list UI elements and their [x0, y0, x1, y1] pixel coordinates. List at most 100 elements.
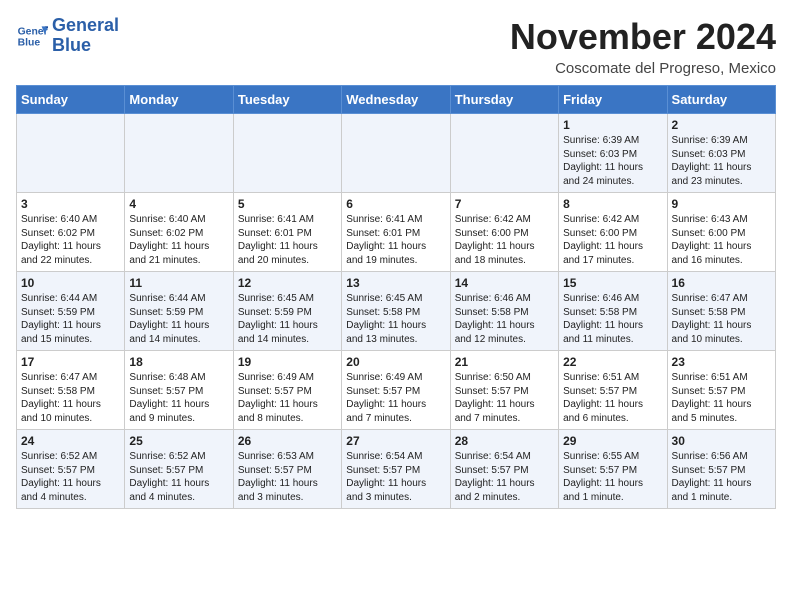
cell-content: Sunrise: 6:50 AM Sunset: 5:57 PM Dayligh… [455, 371, 554, 425]
day-number: 25 [129, 434, 228, 448]
header-friday: Friday [559, 86, 667, 114]
day-number: 1 [563, 118, 662, 132]
day-number: 9 [672, 197, 771, 211]
day-number: 11 [129, 276, 228, 290]
cell-content: Sunrise: 6:51 AM Sunset: 5:57 PM Dayligh… [563, 371, 662, 425]
cell-w3-d6: 16Sunrise: 6:47 AM Sunset: 5:58 PM Dayli… [667, 272, 775, 351]
cell-w4-d6: 23 Sunrise: 6:51 AM Sunset: 5:57 PM Dayli… [667, 351, 775, 430]
day-number: 20 [346, 355, 445, 369]
cell-content: Sunrise: 6:41 AM Sunset: 6:01 PM Dayligh… [238, 213, 337, 267]
cell-w4-d4: 21 Sunrise: 6:50 AM Sunset: 5:57 PM Dayli… [450, 351, 558, 430]
location-subtitle: Coscomate del Progreso, Mexico [510, 60, 776, 77]
day-number: 14 [455, 276, 554, 290]
cell-content: Sunrise: 6:44 AM Sunset: 5:59 PM Dayligh… [21, 292, 120, 346]
cell-content: Sunrise: 6:39 AM Sunset: 6:03 PM Dayligh… [563, 134, 662, 188]
header-thursday: Thursday [450, 86, 558, 114]
header-wednesday: Wednesday [342, 86, 450, 114]
logo: General Blue General Blue [16, 16, 119, 56]
cell-w3-d1: 11 Sunrise: 6:44 AM Sunset: 5:59 PM Dayli… [125, 272, 233, 351]
cell-w4-d1: 18 Sunrise: 6:48 AM Sunset: 5:57 PM Dayli… [125, 351, 233, 430]
cell-content: Sunrise: 6:42 AM Sunset: 6:00 PM Dayligh… [563, 213, 662, 267]
cell-w2-d3: 6 Sunrise: 6:41 AM Sunset: 6:01 PM Daylig… [342, 193, 450, 272]
cell-w2-d4: 7Sunrise: 6:42 AM Sunset: 6:00 PM Daylig… [450, 193, 558, 272]
day-number: 8 [563, 197, 662, 211]
cell-content: Sunrise: 6:47 AM Sunset: 5:58 PM Dayligh… [672, 292, 771, 346]
cell-w1-d6: 2 Sunrise: 6:39 AM Sunset: 6:03 PM Daylig… [667, 114, 775, 193]
cell-w2-d2: 5Sunrise: 6:41 AM Sunset: 6:01 PM Daylig… [233, 193, 341, 272]
cell-content: Sunrise: 6:45 AM Sunset: 5:58 PM Dayligh… [346, 292, 445, 346]
week-row-2: 3 Sunrise: 6:40 AM Sunset: 6:02 PM Daylig… [17, 193, 776, 272]
cell-w5-d5: 29 Sunrise: 6:55 AM Sunset: 5:57 PM Dayli… [559, 430, 667, 509]
day-number: 3 [21, 197, 120, 211]
cell-content: Sunrise: 6:49 AM Sunset: 5:57 PM Dayligh… [238, 371, 337, 425]
cell-w5-d1: 25 Sunrise: 6:52 AM Sunset: 5:57 PM Dayli… [125, 430, 233, 509]
header-saturday: Saturday [667, 86, 775, 114]
cell-content: Sunrise: 6:41 AM Sunset: 6:01 PM Dayligh… [346, 213, 445, 267]
svg-text:Blue: Blue [18, 37, 41, 48]
cell-content: Sunrise: 6:46 AM Sunset: 5:58 PM Dayligh… [455, 292, 554, 346]
cell-content: Sunrise: 6:51 AM Sunset: 5:57 PM Dayligh… [672, 371, 771, 425]
day-number: 21 [455, 355, 554, 369]
cell-w1-d3 [342, 114, 450, 193]
day-number: 17 [21, 355, 120, 369]
cell-w1-d4 [450, 114, 558, 193]
logo-text-blue: Blue [52, 36, 119, 56]
week-row-1: 1 Sunrise: 6:39 AM Sunset: 6:03 PM Daylig… [17, 114, 776, 193]
cell-w1-d0 [17, 114, 125, 193]
week-row-3: 10 Sunrise: 6:44 AM Sunset: 5:59 PM Dayli… [17, 272, 776, 351]
cell-w3-d5: 15Sunrise: 6:46 AM Sunset: 5:58 PM Dayli… [559, 272, 667, 351]
day-number: 2 [672, 118, 771, 132]
cell-w3-d2: 12Sunrise: 6:45 AM Sunset: 5:59 PM Dayli… [233, 272, 341, 351]
cell-content: Sunrise: 6:40 AM Sunset: 6:02 PM Dayligh… [21, 213, 120, 267]
logo-text-general: General [52, 16, 119, 36]
cell-content: Sunrise: 6:53 AM Sunset: 5:57 PM Dayligh… [238, 450, 337, 504]
header-tuesday: Tuesday [233, 86, 341, 114]
cell-w1-d5: 1 Sunrise: 6:39 AM Sunset: 6:03 PM Daylig… [559, 114, 667, 193]
cell-content: Sunrise: 6:56 AM Sunset: 5:57 PM Dayligh… [672, 450, 771, 504]
cell-w5-d0: 24Sunrise: 6:52 AM Sunset: 5:57 PM Dayli… [17, 430, 125, 509]
cell-w4-d5: 22Sunrise: 6:51 AM Sunset: 5:57 PM Dayli… [559, 351, 667, 430]
day-number: 28 [455, 434, 554, 448]
generalblue-logo-icon: General Blue [16, 20, 48, 52]
cell-content: Sunrise: 6:46 AM Sunset: 5:58 PM Dayligh… [563, 292, 662, 346]
cell-w4-d0: 17 Sunrise: 6:47 AM Sunset: 5:58 PM Dayli… [17, 351, 125, 430]
cell-content: Sunrise: 6:54 AM Sunset: 5:57 PM Dayligh… [455, 450, 554, 504]
day-number: 4 [129, 197, 228, 211]
day-number: 24 [21, 434, 120, 448]
cell-content: Sunrise: 6:52 AM Sunset: 5:57 PM Dayligh… [129, 450, 228, 504]
cell-content: Sunrise: 6:49 AM Sunset: 5:57 PM Dayligh… [346, 371, 445, 425]
day-number: 23 [672, 355, 771, 369]
month-title: November 2024 [510, 16, 776, 58]
cell-content: Sunrise: 6:44 AM Sunset: 5:59 PM Dayligh… [129, 292, 228, 346]
cell-w3-d0: 10 Sunrise: 6:44 AM Sunset: 5:59 PM Dayli… [17, 272, 125, 351]
day-number: 18 [129, 355, 228, 369]
cell-content: Sunrise: 6:48 AM Sunset: 5:57 PM Dayligh… [129, 371, 228, 425]
day-number: 27 [346, 434, 445, 448]
day-number: 30 [672, 434, 771, 448]
cell-w2-d1: 4 Sunrise: 6:40 AM Sunset: 6:02 PM Daylig… [125, 193, 233, 272]
day-number: 29 [563, 434, 662, 448]
cell-w4-d3: 20 Sunrise: 6:49 AM Sunset: 5:57 PM Dayli… [342, 351, 450, 430]
day-number: 13 [346, 276, 445, 290]
weekday-header-row: Sunday Monday Tuesday Wednesday Thursday… [17, 86, 776, 114]
day-number: 19 [238, 355, 337, 369]
day-number: 10 [21, 276, 120, 290]
header-monday: Monday [125, 86, 233, 114]
day-number: 7 [455, 197, 554, 211]
header-area: General Blue General Blue November 2024 … [16, 16, 776, 77]
cell-w4-d2: 19 Sunrise: 6:49 AM Sunset: 5:57 PM Dayli… [233, 351, 341, 430]
cell-content: Sunrise: 6:43 AM Sunset: 6:00 PM Dayligh… [672, 213, 771, 267]
day-number: 6 [346, 197, 445, 211]
cell-w5-d6: 30 Sunrise: 6:56 AM Sunset: 5:57 PM Dayli… [667, 430, 775, 509]
week-row-4: 17 Sunrise: 6:47 AM Sunset: 5:58 PM Dayli… [17, 351, 776, 430]
cell-w5-d2: 26 Sunrise: 6:53 AM Sunset: 5:57 PM Dayli… [233, 430, 341, 509]
title-area: November 2024 Coscomate del Progreso, Me… [510, 16, 776, 77]
cell-content: Sunrise: 6:39 AM Sunset: 6:03 PM Dayligh… [672, 134, 771, 188]
cell-content: Sunrise: 6:55 AM Sunset: 5:57 PM Dayligh… [563, 450, 662, 504]
day-number: 26 [238, 434, 337, 448]
cell-content: Sunrise: 6:47 AM Sunset: 5:58 PM Dayligh… [21, 371, 120, 425]
cell-w2-d0: 3 Sunrise: 6:40 AM Sunset: 6:02 PM Daylig… [17, 193, 125, 272]
calendar-table: Sunday Monday Tuesday Wednesday Thursday… [16, 85, 776, 509]
cell-w3-d4: 14 Sunrise: 6:46 AM Sunset: 5:58 PM Dayli… [450, 272, 558, 351]
cell-content: Sunrise: 6:40 AM Sunset: 6:02 PM Dayligh… [129, 213, 228, 267]
